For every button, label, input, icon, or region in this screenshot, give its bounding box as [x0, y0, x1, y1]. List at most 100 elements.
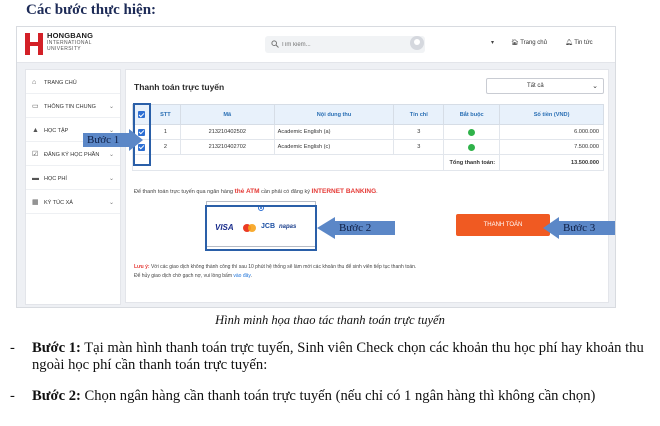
cancel-transaction-link[interactable]: vào đây	[233, 273, 250, 279]
card-icon: ▬	[32, 175, 39, 182]
internet-banking-note: Để thanh toán trực tuyến qua ngân hàng t…	[134, 188, 378, 195]
table-row[interactable]: 2 213210402702 Academic English (c) 3 7.…	[132, 139, 604, 155]
step-1-label: Bước 1	[87, 134, 120, 146]
nav-news-label: Tin tức	[574, 40, 593, 46]
step-text: Tại màn hình thanh toán trực tuyến, Sinh…	[32, 340, 644, 373]
fee-filter-select[interactable]: Tất cả ⌄	[486, 78, 604, 94]
sidebar: ⌂ TRANG CHỦ ▭ THÔNG TIN CHUNG ⌄ ▲ HỌC TẬ…	[25, 69, 121, 305]
pay-button[interactable]: THANH TOÁN	[456, 214, 550, 236]
column-header: Mã	[179, 104, 275, 125]
search-icon	[271, 40, 279, 48]
building-icon: ▦	[32, 199, 39, 206]
portal-screenshot: HONGBANG INTERNATIONAL UNIVERSITY ▾ 🏠︎ T…	[16, 26, 616, 308]
chevron-down-icon: ⌄	[592, 83, 598, 90]
sidebar-item-home[interactable]: ⌂ TRANG CHỦ	[26, 72, 120, 94]
university-logo-icon	[25, 33, 43, 55]
brand-name: HONGBANG	[47, 31, 94, 40]
fee-credits: 3	[393, 139, 445, 155]
column-header: STT	[149, 104, 181, 125]
bullet: -	[10, 388, 15, 404]
fee-content: Academic English (a)	[273, 124, 395, 140]
fee-table: STT Mã Nội dung thu Tín chỉ Bắt buộc Số …	[131, 104, 604, 171]
footer-text: Với các giao dịch không thành công thì s…	[149, 264, 417, 270]
note-internet-banking: INTERNET BANKING	[311, 188, 377, 195]
top-bar: HONGBANG INTERNATIONAL UNIVERSITY ▾ 🏠︎ T…	[17, 27, 615, 63]
nav-home-label: Trang chủ	[520, 40, 547, 46]
footer-note-2: Để hủy giao dịch chờ gạch nợ, vui lòng b…	[134, 273, 252, 279]
fee-amount: 6.000.000	[499, 124, 604, 140]
fee-code: 213210402502	[179, 124, 275, 140]
arrow-left-icon	[317, 217, 335, 239]
bell-icon: 🔔︎	[565, 40, 575, 46]
document-heading: Các bước thực hiện:	[26, 2, 157, 18]
note-text: Để thanh toán trực tuyến qua ngân hàng	[134, 189, 235, 195]
step-label: Bước 1:	[32, 340, 81, 356]
sidebar-item-label: ĐĂNG KÝ HỌC PHẦN	[44, 152, 100, 158]
sidebar-item-label: KÝ TÚC XÁ	[44, 200, 73, 206]
fee-filter-value: Tất cả	[527, 83, 544, 89]
row-index: 2	[149, 139, 181, 155]
footer-text: Để hủy giao dịch chờ gạch nợ, vui lòng b…	[134, 273, 234, 279]
chevron-down-icon: ⌄	[108, 176, 114, 182]
graduation-cap-icon: ▲	[32, 127, 39, 134]
step-1-callout: Bước 1	[83, 129, 143, 151]
sidebar-item-label: TRANG CHỦ	[44, 80, 77, 86]
total-row: Tổng thanh toán: 13.500.000	[131, 154, 604, 171]
sidebar-item-tuition[interactable]: ▬ HỌC PHÍ ⌄	[26, 168, 120, 190]
arrow-right-icon	[129, 129, 143, 151]
sidebar-item-general-info[interactable]: ▭ THÔNG TIN CHUNG ⌄	[26, 96, 120, 118]
figure-caption: Hình minh họa thao tác thanh toán trực t…	[215, 313, 445, 327]
home-icon: ⌂	[32, 79, 37, 86]
nav-news-link[interactable]: 🔔︎ Tin tức	[565, 39, 593, 46]
column-header: Số tiền (VND)	[499, 104, 604, 125]
step-label: Bước 2:	[32, 388, 81, 404]
note-text: .	[376, 189, 378, 195]
payment-panel: Thanh toán trực tuyến Tất cả ⌄ STT Mã Nộ…	[125, 69, 609, 303]
home-icon: 🏠︎	[511, 40, 521, 46]
total-label: Tổng thanh toán:	[443, 154, 501, 171]
checkbox-icon: ☑	[32, 151, 39, 158]
sidebar-item-label: HỌC TẬP	[44, 128, 69, 134]
table-row[interactable]: 1 213210402502 Academic English (a) 3 6.…	[132, 124, 604, 140]
step-2-callout: Bước 2	[317, 217, 395, 239]
fee-content: Academic English (c)	[273, 139, 395, 155]
monitor-icon: ▭	[32, 103, 39, 110]
search-input[interactable]	[281, 38, 411, 51]
chevron-down-icon: ⌄	[108, 152, 114, 158]
search-box[interactable]	[265, 36, 425, 53]
step-2-highlight	[205, 205, 317, 251]
note-text: cần phải có đăng ký	[259, 189, 312, 195]
fee-credits: 3	[393, 124, 445, 140]
sidebar-item-dormitory[interactable]: ▦ KÝ TÚC XÁ ⌄	[26, 192, 120, 214]
chevron-down-icon: ⌄	[108, 200, 114, 206]
footer-text: .	[250, 273, 252, 279]
row-index: 1	[149, 124, 181, 140]
step-3-label: Bước 3	[563, 222, 596, 234]
column-header: Bắt buộc	[443, 104, 501, 125]
column-header: Nội dung thu	[273, 104, 395, 125]
total-value: 13.500.000	[499, 154, 604, 171]
avatar[interactable]	[410, 36, 424, 50]
panel-title: Thanh toán trực tuyến	[134, 82, 225, 92]
arrow-left-icon	[543, 217, 559, 239]
bullet: -	[10, 340, 15, 356]
column-header: Tín chỉ	[393, 104, 445, 125]
table-header-row: STT Mã Nội dung thu Tín chỉ Bắt buộc Số …	[132, 104, 604, 125]
required-check-icon	[468, 128, 476, 136]
chevron-down-icon[interactable]: ▾	[491, 39, 494, 46]
step-text: Chọn ngân hàng cần thanh toán trực tuyến…	[80, 388, 596, 404]
required-check-icon	[468, 143, 476, 151]
note-atm: thẻ ATM	[234, 188, 260, 195]
sidebar-item-label: THÔNG TIN CHUNG	[44, 104, 96, 110]
footer-note-1: Lưu ý: Với các giao dịch không thành côn…	[134, 264, 416, 270]
footer-lead: Lưu ý:	[134, 264, 150, 270]
step-3-callout: Bước 3	[543, 217, 615, 239]
fee-amount: 7.500.000	[499, 139, 604, 155]
chevron-down-icon: ⌄	[108, 104, 114, 110]
nav-home-link[interactable]: 🏠︎ Trang chủ	[511, 39, 547, 46]
fee-code: 213210402702	[179, 139, 275, 155]
step-2-label: Bước 2	[339, 222, 372, 234]
brand-line-3: UNIVERSITY	[47, 46, 82, 52]
university-name: HONGBANG INTERNATIONAL UNIVERSITY	[47, 31, 127, 53]
sidebar-item-label: HỌC PHÍ	[44, 176, 67, 182]
